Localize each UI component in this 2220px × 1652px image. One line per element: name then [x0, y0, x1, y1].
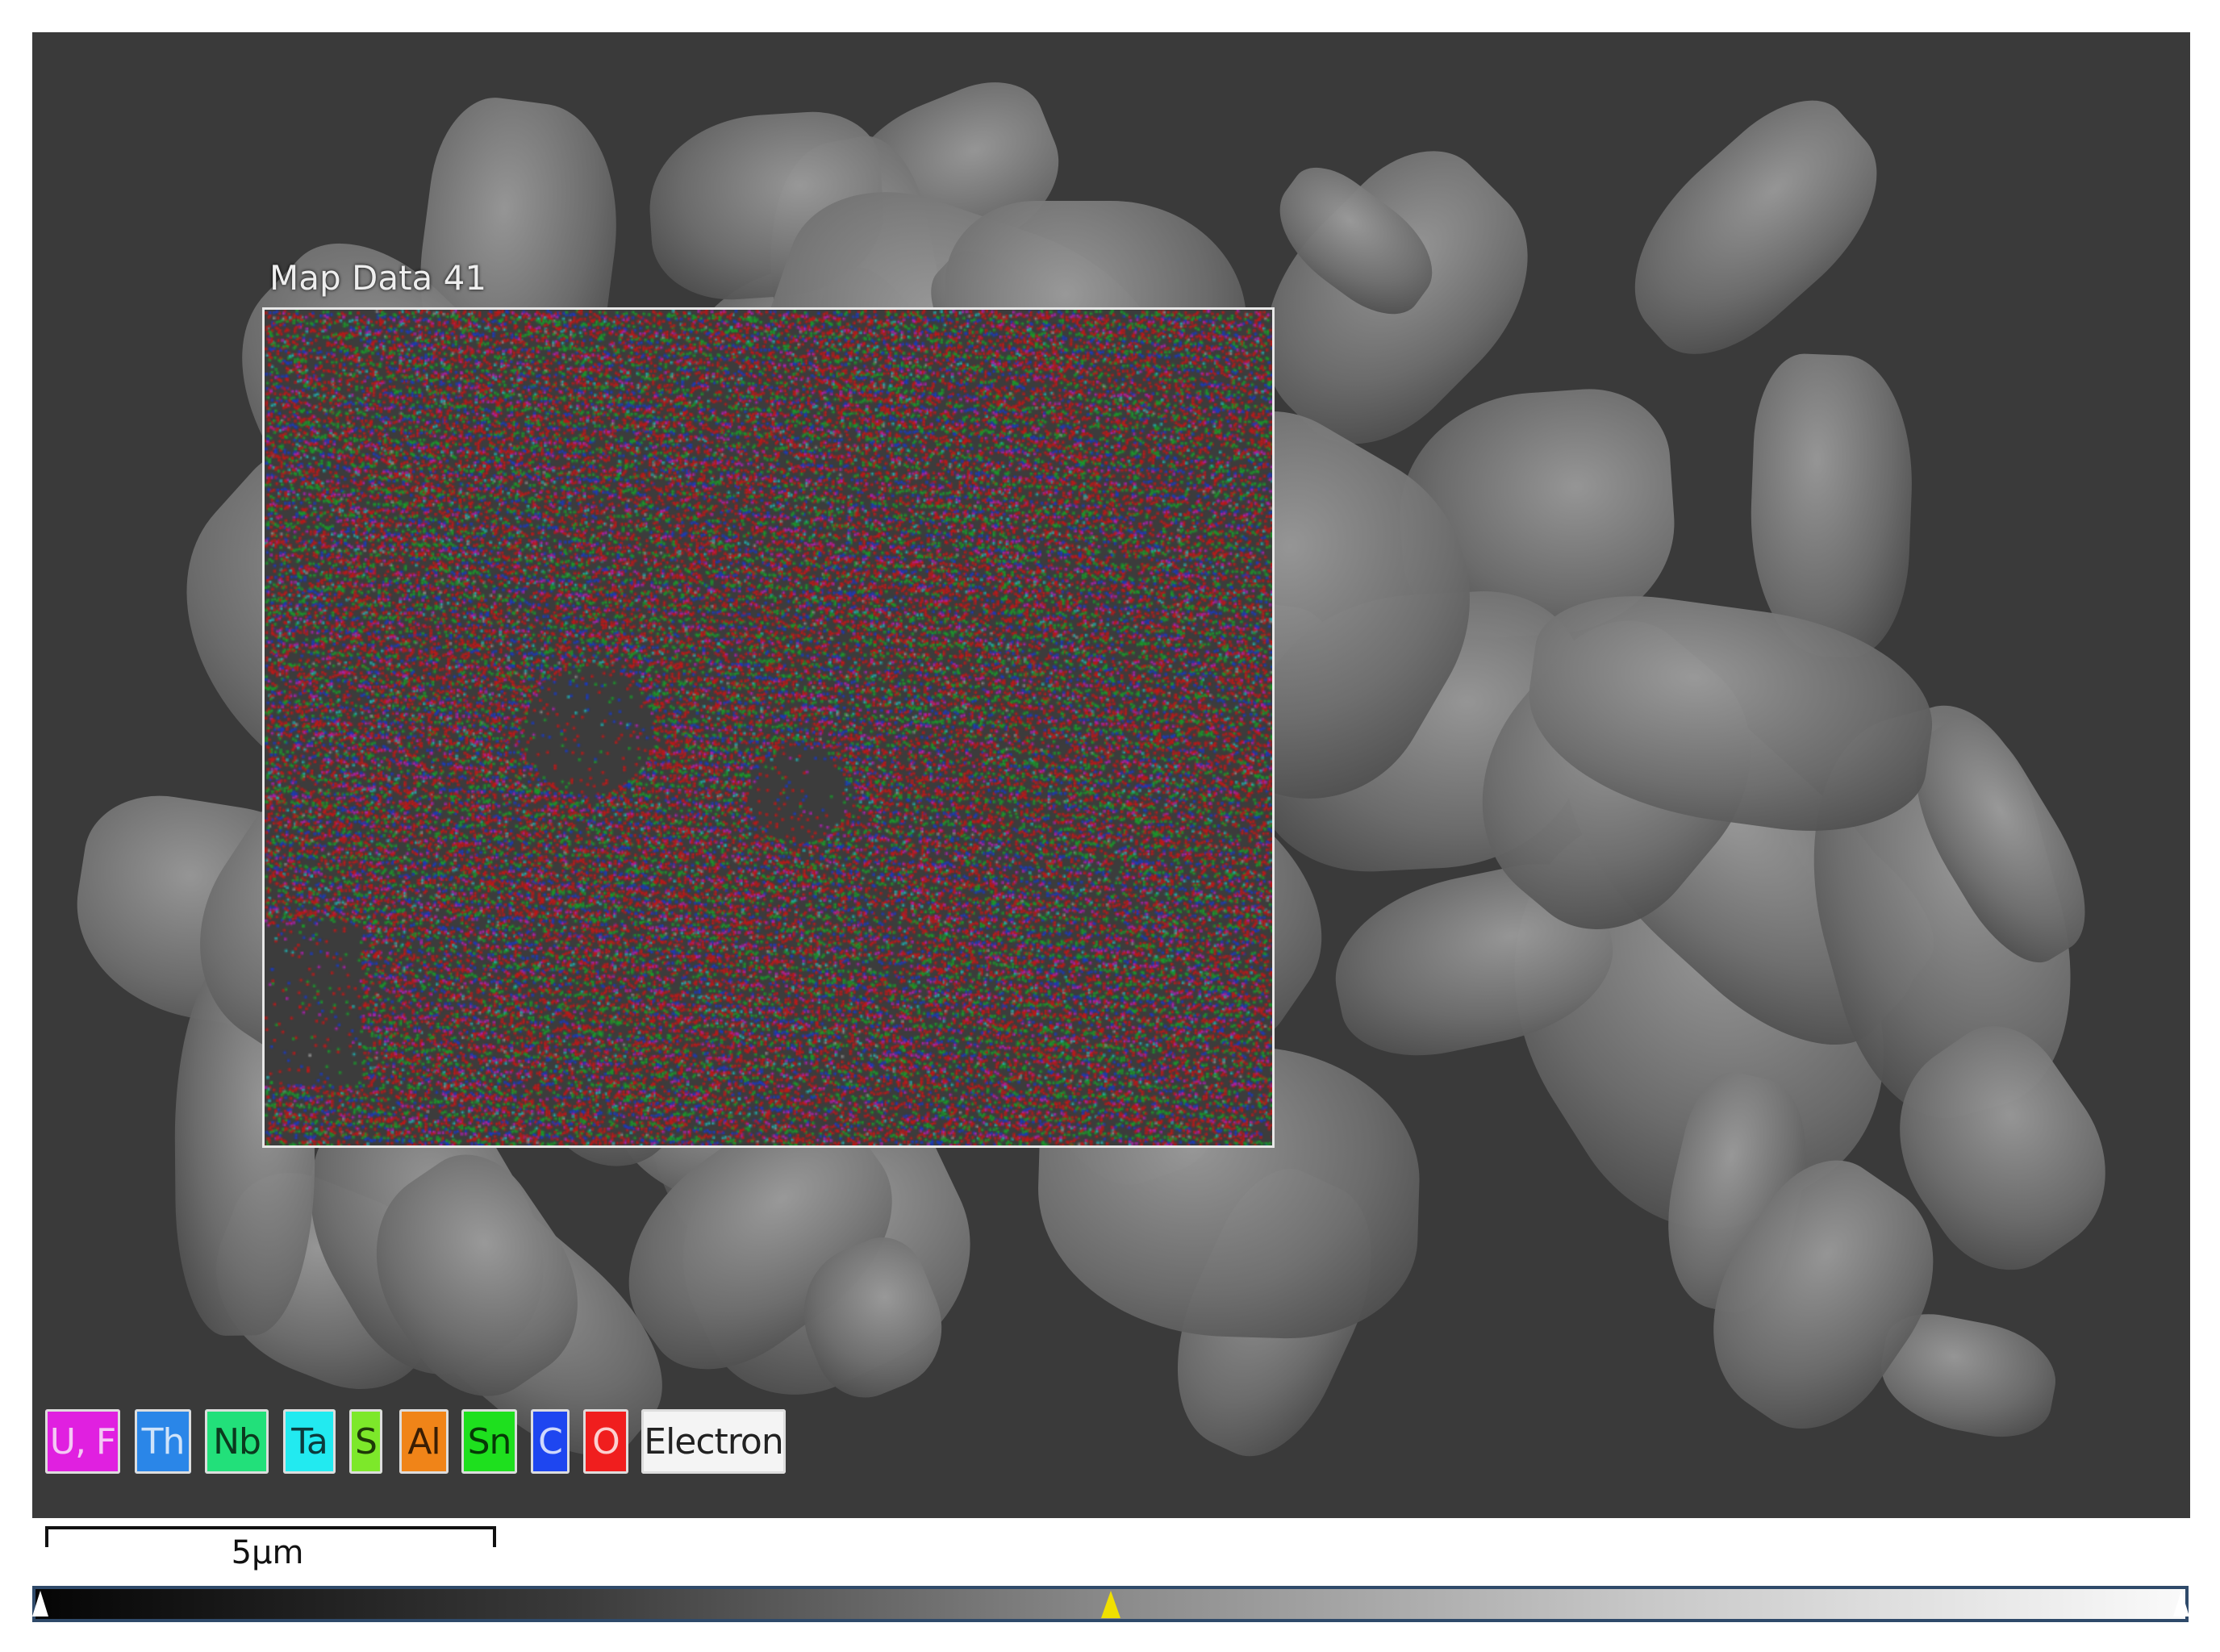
legend-chip-o[interactable]: O	[583, 1409, 628, 1474]
legend-chip-ta[interactable]: Ta	[283, 1409, 336, 1474]
legend-chip-electron[interactable]: Electron	[641, 1409, 786, 1474]
legend-chip-u-f[interactable]: U, F	[45, 1409, 120, 1474]
legend-chip-s[interactable]: S	[349, 1409, 382, 1474]
legend-chip-sn[interactable]: Sn	[461, 1409, 517, 1474]
color-bar-max-handle[interactable]	[2173, 1591, 2189, 1617]
map-data-label: Map Data 41	[269, 258, 487, 298]
legend-chip-c[interactable]: C	[531, 1409, 570, 1474]
eds-map-canvas	[265, 310, 1272, 1145]
legend-chip-th[interactable]: Th	[135, 1409, 191, 1474]
particle	[1594, 74, 1914, 384]
eds-map-region[interactable]	[262, 307, 1275, 1148]
color-bar-mid-handle[interactable]	[1100, 1591, 1120, 1618]
legend-chip-al[interactable]: Al	[399, 1409, 449, 1474]
legend-chip-nb[interactable]: Nb	[205, 1409, 269, 1474]
scale-bar-label: 5µm	[231, 1534, 304, 1571]
color-bar-min-handle[interactable]	[32, 1591, 48, 1617]
